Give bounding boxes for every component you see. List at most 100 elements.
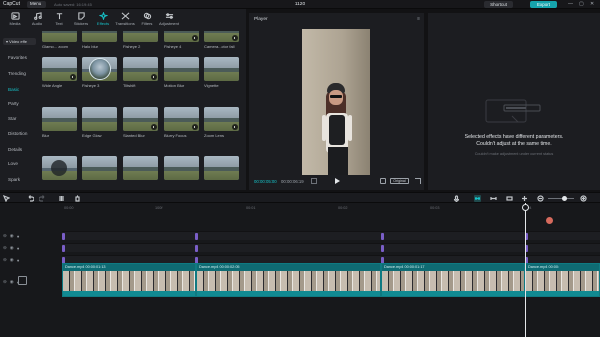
tab-stickers[interactable]: Stickers xyxy=(70,9,92,31)
preview-axis-icon[interactable] xyxy=(506,195,513,202)
effect-tile[interactable] xyxy=(204,156,239,190)
video-clip[interactable]: Dance.mp4 00:00:02:05 xyxy=(196,263,381,297)
category-distortion[interactable]: Distortion xyxy=(8,131,27,136)
category-favorites[interactable]: Favorites xyxy=(8,55,27,60)
tab-effects[interactable]: Effects xyxy=(92,9,114,31)
effect-clip[interactable] xyxy=(62,245,65,252)
playhead[interactable] xyxy=(525,203,526,337)
category-trending[interactable]: Trending xyxy=(8,71,26,76)
effect-track[interactable] xyxy=(62,243,600,252)
time-ruler[interactable]: 00:00 100f 00:01 00:02 00:03 00:04 xyxy=(62,205,600,213)
undo-icon[interactable] xyxy=(27,195,34,202)
effect-tile[interactable] xyxy=(123,156,158,190)
effect-tile[interactable] xyxy=(82,156,117,190)
effect-tile[interactable]: Zoom Lens xyxy=(204,107,239,141)
export-button[interactable]: Export xyxy=(530,1,557,8)
effect-clip[interactable] xyxy=(195,245,198,252)
effect-tile[interactable]: Edge Glow xyxy=(82,107,117,141)
tab-adjustment[interactable]: Adjustment xyxy=(158,9,180,31)
hide-icon[interactable]: ◉ xyxy=(10,233,14,239)
effect-tile[interactable]: Fisheye 3 xyxy=(82,57,117,91)
crop-icon[interactable] xyxy=(380,178,386,184)
zoom-in-icon[interactable] xyxy=(580,195,587,202)
track-controls: ⊖ ◉ ● xyxy=(3,232,59,240)
effect-tile[interactable]: Tiltshift xyxy=(123,57,158,91)
cover-icon[interactable] xyxy=(18,276,27,285)
audio-mute-icon[interactable]: ● xyxy=(17,234,20,239)
lock-icon[interactable]: ⊖ xyxy=(3,279,7,285)
zoom-out-icon[interactable] xyxy=(537,195,544,202)
effect-clip[interactable] xyxy=(62,233,65,240)
tab-filters[interactable]: Filters xyxy=(136,9,158,31)
align-icon[interactable] xyxy=(521,195,528,202)
grid-icon[interactable] xyxy=(311,178,317,184)
effect-tile[interactable] xyxy=(42,156,77,190)
effect-tile[interactable]: Blur xyxy=(42,107,77,141)
category-love[interactable]: Love xyxy=(8,161,18,166)
delete-icon[interactable] xyxy=(74,195,81,202)
lock-icon[interactable]: ⊖ xyxy=(3,245,7,251)
effect-tile[interactable]: Glamo... zoom xyxy=(42,31,77,52)
download-icon xyxy=(70,74,76,80)
fullscreen-icon[interactable] xyxy=(415,178,421,184)
effect-thumbnail xyxy=(82,156,117,180)
effect-clip[interactable] xyxy=(381,233,384,240)
original-ratio-button[interactable]: Original xyxy=(390,178,409,184)
tab-media[interactable]: Media xyxy=(4,9,26,31)
microphone-icon[interactable] xyxy=(453,195,460,202)
effect-name: Glamo... zoom xyxy=(42,44,69,49)
effect-track[interactable] xyxy=(62,231,600,240)
split-icon[interactable] xyxy=(58,195,65,202)
zoom-slider[interactable] xyxy=(548,198,574,199)
message-line-1: Selected effects have different paramete… xyxy=(464,134,564,140)
zoom-slider-handle[interactable] xyxy=(562,196,567,201)
tab-audio[interactable]: Audio xyxy=(26,9,48,31)
effect-clip[interactable] xyxy=(195,233,198,240)
effect-tile[interactable]: Camera...ctor fall xyxy=(204,31,239,52)
link-icon[interactable] xyxy=(490,195,497,202)
tab-text[interactable]: Text xyxy=(48,9,70,31)
category-star[interactable]: Star xyxy=(8,116,16,121)
effect-tile[interactable]: Vignette xyxy=(204,57,239,91)
effect-tile[interactable]: Fisheye 4 xyxy=(164,31,199,52)
effect-tile[interactable]: Halo blur xyxy=(82,31,117,52)
redo-icon[interactable] xyxy=(39,195,46,202)
main-video-track[interactable]: Dance.mp4 00:00:01:13 Dance.mp4 00:00:02… xyxy=(62,263,600,299)
tab-transitions[interactable]: Transitions xyxy=(114,9,136,31)
close-icon[interactable]: ✕ xyxy=(590,1,594,7)
shortcut-button[interactable]: Shortcut xyxy=(484,1,513,8)
minimize-icon[interactable]: — xyxy=(568,1,573,7)
video-clip[interactable]: Dance.mp4 00:00:01:17 xyxy=(381,263,525,297)
lock-icon[interactable]: ⊖ xyxy=(3,233,7,239)
category-header[interactable]: ▾ Video effe xyxy=(3,38,36,45)
effect-clip[interactable] xyxy=(381,245,384,252)
video-clip[interactable]: Dance.mp4 00:00: xyxy=(525,263,600,297)
menu-icon[interactable]: ≡ xyxy=(417,16,420,22)
effect-tile[interactable] xyxy=(164,156,199,190)
effect-tile[interactable]: Slanted Blur xyxy=(123,107,158,141)
hide-icon[interactable]: ◉ xyxy=(10,245,14,251)
effect-tile[interactable]: Motion Blur xyxy=(164,57,199,91)
play-icon[interactable] xyxy=(333,177,341,185)
main-track-magnet-icon[interactable] xyxy=(474,195,481,202)
video-clip[interactable]: Dance.mp4 00:00:01:13 xyxy=(62,263,196,297)
category-basic[interactable]: Basic xyxy=(8,87,19,92)
effect-tile[interactable]: Blurry Focus xyxy=(164,107,199,141)
lock-icon[interactable]: ⊖ xyxy=(3,257,7,263)
playhead-handle[interactable] xyxy=(522,204,529,211)
audio-mute-icon[interactable]: ● xyxy=(17,246,20,251)
select-cursor-icon[interactable] xyxy=(3,195,10,202)
hide-icon[interactable]: ◉ xyxy=(10,279,14,285)
video-preview[interactable] xyxy=(302,29,370,175)
category-party[interactable]: Party xyxy=(8,101,19,106)
effect-thumbnail xyxy=(204,57,239,81)
audio-mute-icon[interactable]: ● xyxy=(17,258,20,263)
hide-icon[interactable]: ◉ xyxy=(10,257,14,263)
menu-button[interactable]: Menu xyxy=(27,1,46,8)
category-details[interactable]: Details xyxy=(8,147,22,152)
effect-tile[interactable]: Wide Angle xyxy=(42,57,77,91)
tab-label: Media xyxy=(9,21,21,26)
category-spark[interactable]: Spark xyxy=(8,177,20,182)
maximize-icon[interactable]: ▢ xyxy=(579,1,584,7)
effect-tile[interactable]: Fisheye 2 xyxy=(123,31,158,52)
